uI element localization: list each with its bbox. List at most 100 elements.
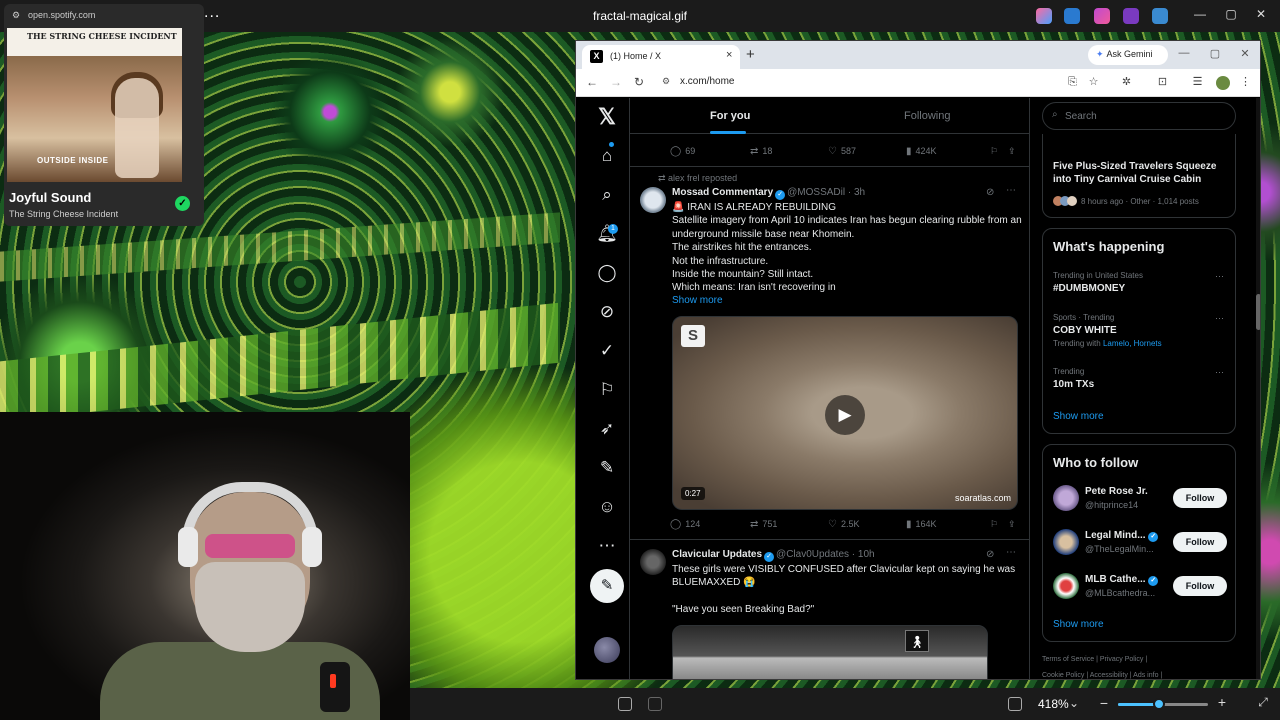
copilot-icon[interactable] bbox=[1036, 8, 1052, 24]
show-more-link[interactable]: Show more bbox=[1053, 411, 1104, 422]
zoom-slider-thumb[interactable] bbox=[1152, 698, 1165, 710]
scrollbar-thumb[interactable] bbox=[1256, 294, 1260, 330]
news-card[interactable]: Five Plus-Sized Travelers Squeeze into T… bbox=[1042, 134, 1236, 218]
post-button[interactable]: ✎ bbox=[590, 569, 624, 603]
new-tab-button[interactable]: + bbox=[746, 46, 755, 63]
show-more-link[interactable]: Show more bbox=[672, 295, 723, 306]
site-info-icon[interactable]: ⚙ bbox=[662, 76, 670, 87]
verified-badge-icon: ✓ bbox=[764, 552, 775, 562]
edit-icon[interactable] bbox=[648, 697, 662, 711]
user-avatar[interactable] bbox=[1053, 529, 1079, 555]
menu-icon[interactable]: ⋮ bbox=[1239, 76, 1252, 89]
bookmark-icon[interactable]: ⚐ bbox=[990, 519, 998, 530]
cloud-icon[interactable] bbox=[1152, 8, 1168, 24]
user-avatar[interactable] bbox=[1053, 573, 1079, 599]
zoom-in-icon[interactable]: + bbox=[1212, 694, 1232, 710]
rocket-icon[interactable]: ➶ bbox=[596, 418, 618, 440]
maximize-button[interactable]: ▢ bbox=[1221, 7, 1241, 21]
site-settings-icon[interactable]: ⚙ bbox=[12, 10, 20, 21]
profile-avatar[interactable] bbox=[1216, 76, 1230, 90]
saved-check-icon[interactable]: ✓ bbox=[175, 196, 190, 211]
trend-more-icon[interactable]: ⋯ bbox=[1215, 313, 1224, 324]
zoom-slider[interactable] bbox=[1118, 698, 1208, 710]
grok-explain-icon[interactable]: ⊘ bbox=[986, 187, 994, 198]
fit-screen-icon[interactable] bbox=[1008, 697, 1022, 711]
verified-orgs-icon[interactable]: ✓ bbox=[596, 340, 618, 362]
views-button[interactable]: ▮ 164K bbox=[906, 519, 937, 530]
explore-icon[interactable]: ⌕ bbox=[596, 184, 618, 206]
x-logo-icon[interactable]: 𝕏 bbox=[596, 106, 618, 128]
bookmark-star-icon[interactable]: ☆ bbox=[1087, 76, 1100, 89]
user-avatar[interactable] bbox=[1053, 485, 1079, 511]
trend-more-icon[interactable]: ⋯ bbox=[1215, 367, 1224, 378]
trend-extra-links[interactable]: Lamelo, Hornets bbox=[1103, 339, 1162, 348]
heart-icon: ♡ bbox=[828, 519, 837, 530]
more-icon[interactable]: ⋯ bbox=[596, 535, 618, 557]
share-icon[interactable]: ⇪ bbox=[1008, 146, 1016, 157]
search-input[interactable]: ⌕ Search bbox=[1042, 102, 1236, 130]
reading-list-icon[interactable]: ☰ bbox=[1191, 76, 1204, 89]
zoom-out-icon[interactable]: − bbox=[1094, 695, 1114, 711]
follow-button[interactable]: Follow bbox=[1173, 532, 1227, 552]
post-more-icon[interactable]: ⋯ bbox=[1006, 185, 1016, 196]
back-button[interactable]: ← bbox=[584, 75, 600, 89]
messages-icon[interactable]: ◯ bbox=[596, 262, 618, 284]
footer-links[interactable]: Cookie Policy | Accessibility | Ads info… bbox=[1042, 672, 1162, 679]
ask-gemini-button[interactable]: ✦ Ask Gemini bbox=[1088, 45, 1168, 65]
footer-links[interactable]: Terms of Service | Privacy Policy | bbox=[1042, 656, 1147, 663]
bookmarks-icon[interactable]: ⚐ bbox=[596, 379, 618, 401]
app-icon[interactable] bbox=[1064, 8, 1080, 24]
timeline: For you Following ◯ 69 ⇄ 18 ♡ 587 ▮ 424K ⚐ ⇪… bbox=[630, 98, 1030, 679]
follow-button[interactable]: Follow bbox=[1173, 576, 1227, 596]
repost-button[interactable]: ⇄ 751 bbox=[750, 519, 777, 530]
author-avatar[interactable] bbox=[640, 187, 666, 213]
like-button[interactable]: ♡ 587 bbox=[828, 146, 856, 157]
chevron-down-icon[interactable]: ⌄ bbox=[1064, 696, 1084, 710]
close-button[interactable]: ✕ bbox=[1237, 47, 1253, 60]
maximize-button[interactable]: ▢ bbox=[1207, 47, 1223, 60]
compose-list-icon[interactable]: ✎ bbox=[596, 457, 618, 479]
address-bar[interactable]: x.com/home bbox=[680, 76, 734, 87]
fullscreen-icon[interactable]: ⤢ bbox=[1253, 695, 1273, 710]
home-icon[interactable]: ⌂ bbox=[596, 145, 618, 167]
minimize-button[interactable]: — bbox=[1190, 7, 1210, 21]
tab-following[interactable]: Following bbox=[904, 110, 950, 122]
repost-button[interactable]: ⇄ 18 bbox=[750, 146, 772, 157]
crop-icon[interactable] bbox=[618, 697, 632, 711]
account-avatar[interactable] bbox=[594, 637, 620, 663]
play-icon[interactable]: ▶ bbox=[825, 395, 865, 435]
show-more-link[interactable]: Show more bbox=[1053, 619, 1104, 630]
app-icon[interactable] bbox=[1094, 8, 1110, 24]
trend-more-icon[interactable]: ⋯ bbox=[1215, 271, 1224, 282]
install-app-icon[interactable]: ⎘ bbox=[1066, 76, 1079, 89]
tab-close-icon[interactable]: × bbox=[726, 49, 732, 61]
post-image[interactable]: 🚶︎ bbox=[672, 625, 988, 679]
grok-explain-icon[interactable]: ⊘ bbox=[986, 549, 994, 560]
follow-button[interactable]: Follow bbox=[1173, 488, 1227, 508]
post-more-icon[interactable]: ⋯ bbox=[1006, 547, 1016, 558]
profile-icon[interactable]: ☺ bbox=[596, 496, 618, 518]
minimize-button[interactable]: — bbox=[1176, 47, 1192, 59]
forward-button[interactable]: → bbox=[608, 75, 624, 89]
author-avatar[interactable] bbox=[640, 549, 666, 575]
post-author[interactable]: Mossad Commentary ✓ @MOSSADil · 3h bbox=[672, 187, 865, 200]
share-icon[interactable]: ⇪ bbox=[1008, 519, 1016, 530]
views-button[interactable]: ▮ 424K bbox=[906, 146, 937, 157]
view-count: 424K bbox=[915, 146, 937, 156]
reply-button[interactable]: ◯ 69 bbox=[670, 146, 695, 157]
post-video[interactable]: S ▶ 0:27 soaratlas.com bbox=[672, 316, 1018, 510]
reply-button[interactable]: ◯ 124 bbox=[670, 519, 700, 530]
page-scrollbar[interactable] bbox=[1256, 98, 1260, 679]
post-time: · 10h bbox=[851, 549, 875, 560]
app-icon[interactable] bbox=[1123, 8, 1139, 24]
tab-for-you[interactable]: For you bbox=[710, 110, 750, 122]
extensions-icon[interactable]: ✲ bbox=[1120, 76, 1133, 89]
like-button[interactable]: ♡ 2.5K bbox=[828, 519, 859, 530]
post-author[interactable]: Clavicular Updates ✓ @Clav0Updates · 10h bbox=[672, 549, 875, 562]
bookmark-icon[interactable]: ⚐ bbox=[990, 146, 998, 157]
tab-x-home[interactable]: X (1) Home / X × bbox=[582, 45, 740, 69]
close-button[interactable]: ✕ bbox=[1251, 7, 1271, 21]
reload-button[interactable]: ↻ bbox=[631, 75, 647, 89]
grok-icon[interactable]: ⊘ bbox=[596, 301, 618, 323]
tab-search-icon[interactable]: ⊡ bbox=[1156, 76, 1169, 89]
